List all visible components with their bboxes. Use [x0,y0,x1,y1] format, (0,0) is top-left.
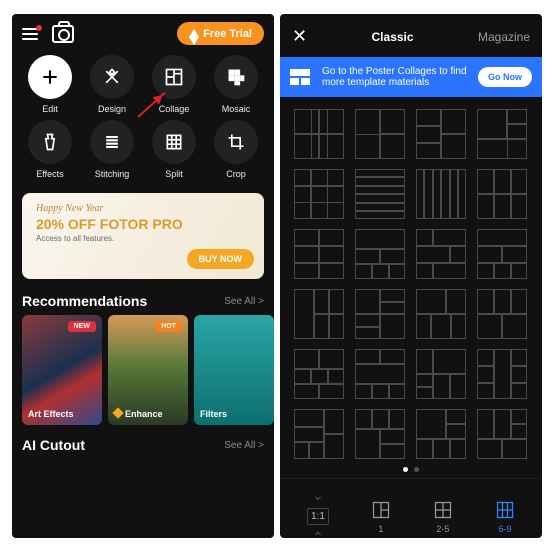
tab-classic[interactable]: Classic [372,30,414,44]
tool-label: Stitching [95,169,130,179]
layouts-grid [280,97,542,463]
recommendations-row: NEW Art Effects HOT Enhance Filters [12,315,274,435]
layout-option[interactable] [355,349,405,399]
section-title: Recommendations [22,293,147,309]
see-all-link[interactable]: See All > [224,440,264,451]
layout-option[interactable] [416,289,466,339]
layout-option[interactable] [355,109,405,159]
bottom-bar: ⌄1:1⌃ 1 2-5 6-9 [280,478,542,538]
banner-line3: Access to all features. [36,234,250,243]
page-dots [280,463,542,478]
home-screen: Free Trial Edit Design Collage Mosaic Ef… [12,14,274,538]
edit-button[interactable] [28,55,72,99]
card-label: Enhance [114,409,163,419]
free-trial-button[interactable]: Free Trial [177,22,264,45]
layout-option[interactable] [416,229,466,279]
layout-option[interactable] [355,409,405,459]
tool-label: Design [98,104,126,114]
tab-2-5[interactable]: 2-5 [433,500,453,534]
tools-grid: Edit Design Collage Mosaic Effects Stitc… [12,49,274,189]
card-label: Filters [200,409,227,419]
tab-6-9[interactable]: 6-9 [495,500,515,534]
layout-option[interactable] [477,349,527,399]
go-now-button[interactable]: Go Now [478,67,532,87]
tool-label: Split [165,169,183,179]
promo-text: Go to the Poster Collages to find more t… [322,66,468,88]
layout-option[interactable] [416,169,466,219]
layout-option[interactable] [477,109,527,159]
layout-option[interactable] [294,349,344,399]
promo-banner[interactable]: Happy New Year 20% OFF FOTOR PRO Access … [22,193,264,279]
banner-line1: Happy New Year [36,203,250,214]
tag-hot: HOT [155,321,182,332]
buy-now-button[interactable]: BUY NOW [187,249,254,269]
tool-label: Edit [42,104,58,114]
layout-option[interactable] [477,169,527,219]
collage-icon [290,68,312,86]
see-all-link[interactable]: See All > [224,296,264,307]
tool-label: Crop [226,169,246,179]
layout-option[interactable] [294,289,344,339]
effects-button[interactable] [28,120,72,164]
card-art-effects[interactable]: NEW Art Effects [22,315,102,425]
tab-1[interactable]: 1 [371,500,391,534]
crop-button[interactable] [214,120,258,164]
mosaic-button[interactable] [214,55,258,99]
tool-label: Mosaic [222,104,251,114]
free-trial-label: Free Trial [203,28,252,40]
split-button[interactable] [152,120,196,164]
tab-magazine[interactable]: Magazine [478,30,530,44]
camera-icon[interactable] [52,25,74,43]
layout-option[interactable] [294,409,344,459]
section-title: AI Cutout [22,437,85,453]
card-enhance[interactable]: HOT Enhance [108,315,188,425]
layout-option[interactable] [477,229,527,279]
section-header: Recommendations See All > [12,291,274,315]
top-bar: Free Trial [12,14,274,49]
stitching-button[interactable] [90,120,134,164]
tag-new: NEW [68,321,96,332]
banner-line2: 20% OFF FOTOR PRO [36,216,250,232]
layout-option[interactable] [416,409,466,459]
card-filters[interactable]: Filters [194,315,274,425]
layout-option[interactable] [294,109,344,159]
diamond-icon [112,407,123,418]
tool-label: Collage [159,104,190,114]
layout-option[interactable] [477,409,527,459]
section-header: AI Cutout See All > [12,435,274,459]
layout-option[interactable] [294,229,344,279]
layout-option[interactable] [416,349,466,399]
layout-option[interactable] [294,169,344,219]
layout-option[interactable] [355,229,405,279]
tool-label: Effects [36,169,63,179]
close-icon[interactable]: ✕ [292,26,307,47]
diamond-icon [189,24,199,37]
layout-option[interactable] [355,169,405,219]
ratio-button[interactable]: ⌄1:1⌃ [307,487,329,538]
layout-option[interactable] [355,289,405,339]
promo-bar[interactable]: Go to the Poster Collages to find more t… [280,57,542,97]
design-button[interactable] [90,55,134,99]
top-bar: ✕ Classic Magazine [280,14,542,57]
layout-option[interactable] [477,289,527,339]
collage-picker-screen: ✕ Classic Magazine Go to the Poster Coll… [280,14,542,538]
layout-option[interactable] [416,109,466,159]
menu-icon[interactable] [22,28,38,40]
card-label: Art Effects [28,409,74,419]
